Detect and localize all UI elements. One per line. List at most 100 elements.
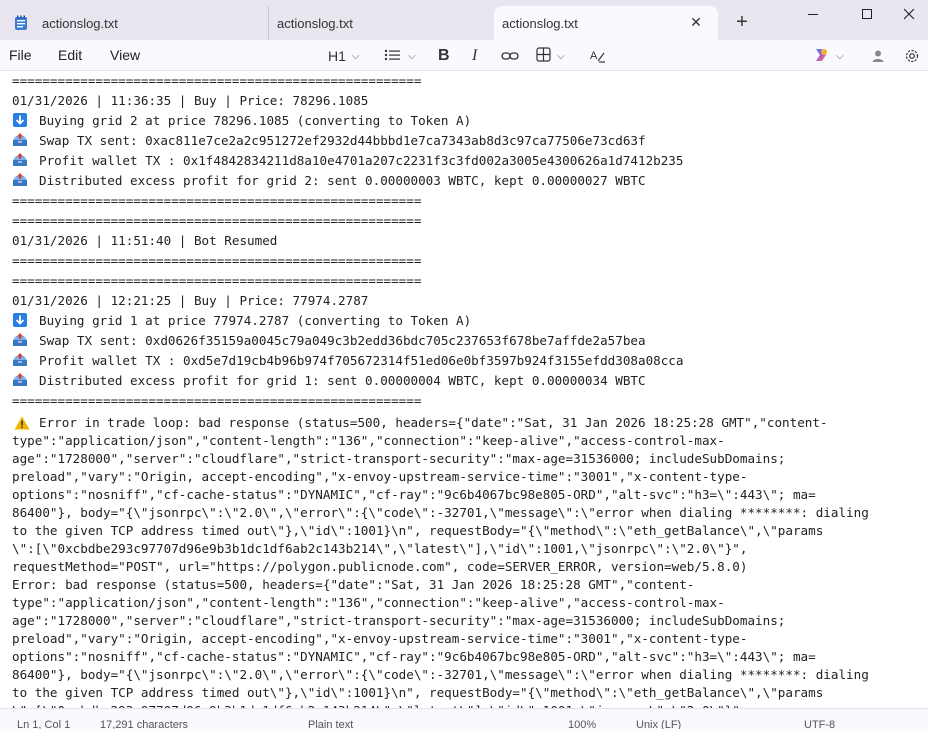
error-line: requestMethod="POST", url="https://polyg… [12,558,922,576]
bold-icon[interactable]: B [438,45,450,67]
account-icon[interactable] [871,45,885,67]
log-line-text: Swap TX sent: 0xac811e7ce2a2c951272ef293… [39,133,646,148]
cursor-position[interactable]: Ln 1, Col 1 [17,719,70,729]
separator-line: ========================================… [12,191,922,211]
list-icon [384,48,402,65]
log-line: 01/31/2026 | 12:21:25 | Buy | Price: 779… [12,291,922,311]
log-line: 01/31/2026 | 11:36:35 | Buy | Price: 782… [12,91,922,111]
separator-line: ========================================… [12,211,922,231]
log-line-text: 01/31/2026 | 12:21:25 | Buy | Price: 779… [12,293,369,308]
error-line: type":"application/json","content-length… [12,594,922,612]
error-line: age":"1728000","server":"cloudflare","st… [12,612,922,630]
clear-formatting-icon[interactable]: A [590,45,606,67]
log-line-text: ========================================… [12,73,422,88]
error-line: \":[\"0xcbdbe293c97707d96e9b3b1dc1df6ab2… [12,540,922,558]
outbox-icon [12,133,28,147]
error-line: age":"1728000","server":"cloudflare","st… [12,450,922,468]
heading-dropdown[interactable]: H1 ⌵ [328,45,360,67]
log-lines: ========================================… [12,71,922,411]
error-line-text: to the given TCP address timed out\"},\"… [12,523,824,538]
svg-text:A: A [590,50,598,62]
zoom-level[interactable]: 100% [568,719,596,729]
close-window-button[interactable] [886,0,928,28]
line-ending[interactable]: Unix (LF) [636,719,681,729]
tab-bar: actionslog.txt actionslog.txt actionslog… [0,0,928,40]
minimize-button[interactable] [790,0,836,28]
tab-actionslog-3-active[interactable]: actionslog.txt ✕ [494,6,718,40]
error-line-text: 86400"}, body="{\"jsonrpc\":\"2.0\",\"er… [12,667,869,682]
tab-label: actionslog.txt [502,15,578,31]
error-line-text: preload","vary":"Origin, accept-encoding… [12,469,748,484]
error-line-text: options":"nosniff","cf-cache-status":"DY… [12,487,816,502]
chevron-down-icon: ⌵ [351,50,360,62]
error-line-text: \":[\"0xcbdbe293c97707d96e9b3b1dc1df6ab2… [12,541,748,556]
status-bar: Ln 1, Col 1 17,291 characters Plain text… [0,708,928,729]
error-line: options":"nosniff","cf-cache-status":"DY… [12,648,922,666]
error-line-text: age":"1728000","server":"cloudflare","st… [12,451,786,466]
menu-file[interactable]: File [9,47,32,63]
italic-icon[interactable]: I [472,45,477,67]
text-editor[interactable]: ========================================… [0,71,928,708]
error-line-text: age":"1728000","server":"cloudflare","st… [12,613,786,628]
error-line-text: options":"nosniff","cf-cache-status":"DY… [12,649,816,664]
log-line-text: Profit wallet TX : 0xd5e7d19cb4b96b974f7… [39,353,684,368]
separator-line: ========================================… [12,71,922,91]
error-line: Error: bad response (status=500, headers… [12,576,922,594]
outbox-icon [12,173,28,187]
error-line-text: Error in trade loop: bad response (statu… [39,415,828,430]
down-arrow-icon [12,313,28,327]
error-line: Error in trade loop: bad response (statu… [12,414,922,432]
error-line-text: preload","vary":"Origin, accept-encoding… [12,631,748,646]
log-line: 01/31/2026 | 11:51:40 | Bot Resumed [12,231,922,251]
log-line: Buying grid 2 at price 78296.1085 (conve… [12,111,922,131]
error-line: to the given TCP address timed out\"},\"… [12,684,922,702]
table-dropdown[interactable]: ⌵ [536,45,565,67]
error-line: 86400"}, body="{\"jsonrpc\":\"2.0\",\"er… [12,666,922,684]
maximize-button[interactable] [844,0,890,28]
error-line: preload","vary":"Origin, accept-encoding… [12,630,922,648]
tab-actionslog-2[interactable]: actionslog.txt [268,6,492,40]
list-dropdown[interactable]: ⌵ [384,45,416,67]
copilot-dropdown[interactable]: ⌵ [812,45,844,67]
down-arrow-icon [12,113,28,127]
link-icon[interactable] [501,45,519,67]
error-line: type":"application/json","content-length… [12,432,922,450]
log-line-text: Swap TX sent: 0xd0626f35159a0045c79a049c… [39,333,646,348]
log-line: Swap TX sent: 0xd0626f35159a0045c79a049c… [12,331,922,351]
error-line: preload","vary":"Origin, accept-encoding… [12,468,922,486]
tab-label: actionslog.txt [42,15,118,31]
menu-edit[interactable]: Edit [58,47,82,63]
log-line-text: ========================================… [12,213,422,228]
log-line-text: 01/31/2026 | 11:51:40 | Bot Resumed [12,233,278,248]
character-count: 17,291 characters [100,719,189,729]
log-line-text: Distributed excess profit for grid 2: se… [39,173,646,188]
log-line-text: ========================================… [12,193,422,208]
error-block: Error in trade loop: bad response (statu… [12,414,922,708]
log-line: Distributed excess profit for grid 1: se… [12,371,922,391]
encoding[interactable]: UTF-8 [804,719,835,729]
notepad-icon [14,15,28,31]
tab-actionslog-1[interactable]: actionslog.txt [14,6,266,40]
separator-line: ========================================… [12,251,922,271]
chevron-down-icon: ⌵ [557,50,565,62]
warning-icon [14,416,30,430]
settings-icon[interactable] [904,45,920,67]
outbox-icon [12,333,28,347]
log-line: Profit wallet TX : 0x1f4842834211d8a10e4… [12,151,922,171]
log-line-text: Distributed excess profit for grid 1: se… [39,373,646,388]
menu-bar: File Edit View H1 ⌵ ⌵ B I ⌵ A ⌵ [0,40,928,71]
menu-view[interactable]: View [110,47,140,63]
tab-label: actionslog.txt [277,15,353,31]
error-line-text: Error: bad response (status=500, headers… [12,577,695,592]
log-line: Buying grid 1 at price 77974.2787 (conve… [12,311,922,331]
log-line-text: ========================================… [12,253,422,268]
text-format[interactable]: Plain text [308,719,353,729]
error-line-text: type":"application/json","content-length… [12,433,725,448]
close-tab-icon[interactable]: ✕ [686,12,706,32]
chevron-down-icon: ⌵ [408,50,416,62]
error-line: options":"nosniff","cf-cache-status":"DY… [12,486,922,504]
error-line-text: type":"application/json","content-length… [12,595,725,610]
new-tab-button[interactable]: + [730,10,754,34]
outbox-icon [12,153,28,167]
outbox-icon [12,353,28,367]
